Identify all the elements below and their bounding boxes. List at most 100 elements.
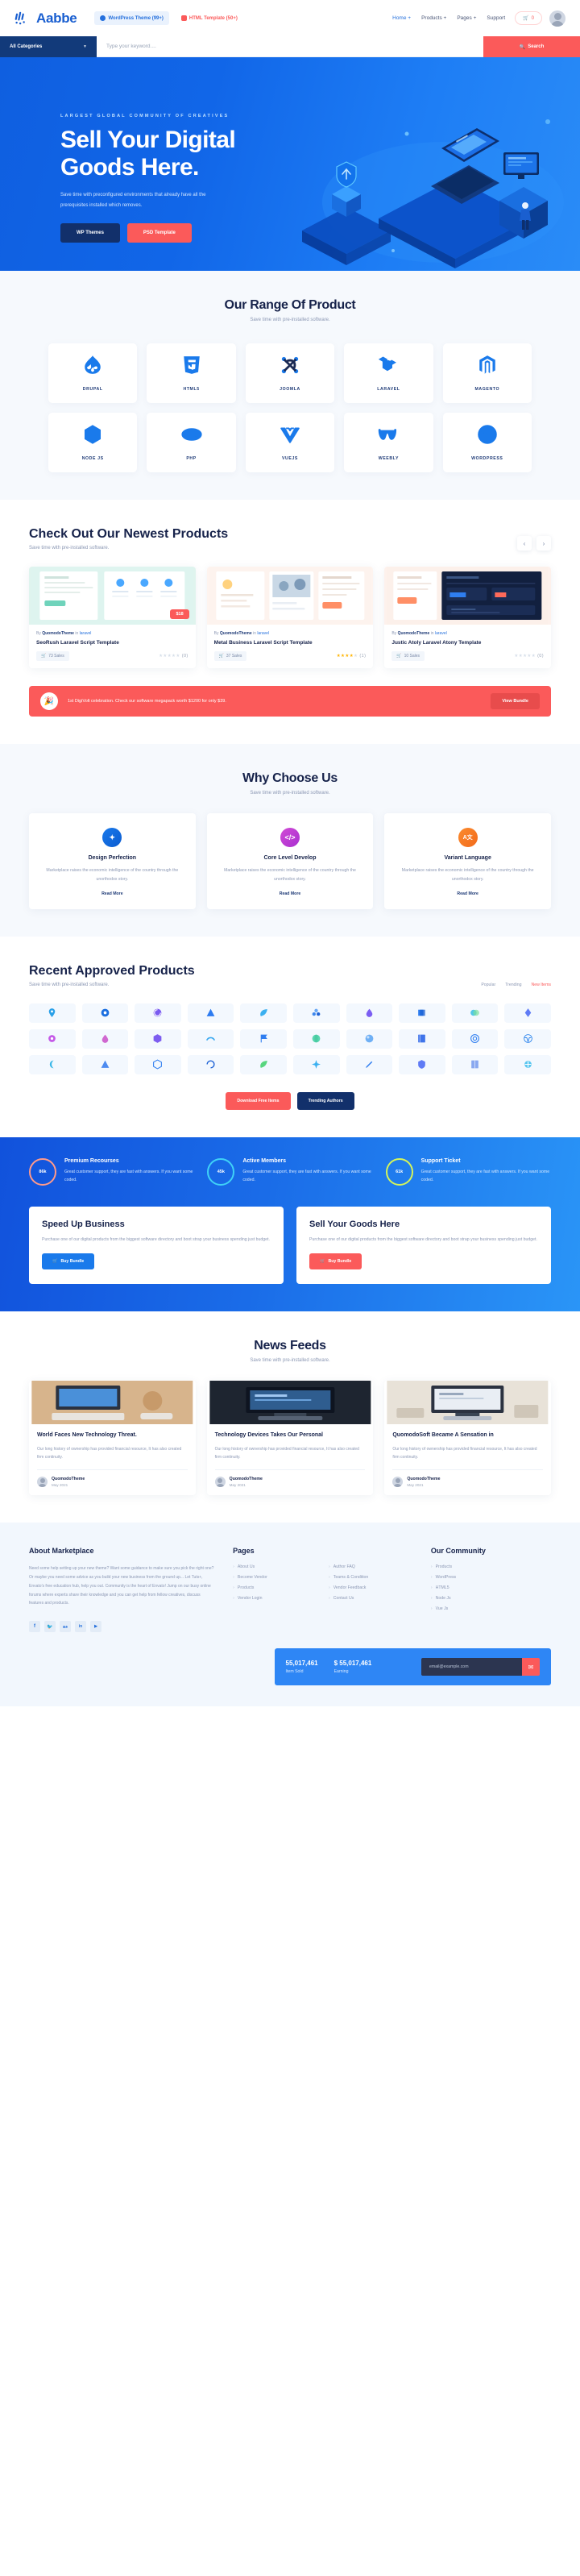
footer-link[interactable]: › Vendor Login	[233, 1596, 317, 1601]
read-more-link[interactable]: Read More	[396, 891, 540, 896]
recent-item[interactable]	[81, 1028, 129, 1049]
recent-item[interactable]	[292, 1028, 340, 1049]
product-card[interactable]: By QuomodoTheme in laravel Justic Atoly …	[384, 567, 551, 668]
footer-link[interactable]: › HTML5	[431, 1585, 551, 1590]
range-item-magento[interactable]: MAGENTO	[442, 343, 532, 403]
product-name[interactable]: Justic Atoly Laravel Atony Template	[392, 640, 544, 646]
recent-item[interactable]	[451, 1028, 499, 1049]
categories-select[interactable]: All Categories ▼	[0, 36, 97, 57]
news-author[interactable]: QuomodoTheme	[52, 1477, 85, 1481]
recent-item[interactable]	[504, 1054, 551, 1074]
tab-trending[interactable]: Trending	[505, 983, 521, 987]
range-item-php[interactable]: php PHP	[147, 413, 236, 472]
recent-item[interactable]	[135, 1003, 181, 1023]
read-more-link[interactable]: Read More	[218, 891, 362, 896]
recent-item[interactable]	[292, 1003, 340, 1023]
product-category[interactable]: laravel	[435, 631, 447, 636]
product-card[interactable]: By QuomodoTheme in laravel Metal Busines…	[206, 567, 374, 668]
recent-item[interactable]	[399, 1028, 445, 1049]
recent-item[interactable]	[346, 1003, 393, 1023]
psd-template-button[interactable]: PSD Template	[126, 223, 192, 243]
recent-item[interactable]	[240, 1003, 287, 1023]
carousel-prev-button[interactable]: ‹	[517, 536, 532, 551]
news-card[interactable]: QuomodoSoft Became A Sensation in Our lo…	[384, 1380, 551, 1496]
footer-link[interactable]: › Vue Js	[431, 1606, 551, 1611]
recent-item[interactable]	[504, 1028, 551, 1049]
view-bundle-button[interactable]: View Bundle	[491, 693, 540, 709]
footer-link[interactable]: › Products	[431, 1564, 551, 1569]
wp-themes-button[interactable]: WP Themes	[60, 223, 120, 243]
footer-link[interactable]: › Products	[233, 1585, 317, 1590]
recent-item[interactable]	[399, 1003, 445, 1023]
news-card[interactable]: World Faces New Technology Threat. Our l…	[29, 1380, 196, 1496]
news-card[interactable]: Technology Devices Takes Our Personal Ou…	[206, 1380, 374, 1496]
recent-item[interactable]	[135, 1054, 181, 1074]
product-card[interactable]: $18 By QuomodoTheme in laravel SeoRush L…	[29, 567, 196, 668]
footer-link[interactable]: › About Us	[233, 1564, 317, 1569]
recent-item[interactable]	[81, 1054, 129, 1074]
recent-item[interactable]	[240, 1054, 287, 1074]
range-item-laravel[interactable]: LARAVEL	[344, 343, 433, 403]
recent-item[interactable]	[81, 1003, 129, 1023]
recent-item[interactable]	[504, 1003, 551, 1023]
recent-item[interactable]	[187, 1054, 234, 1074]
avatar[interactable]	[549, 10, 566, 27]
range-item-vuejs[interactable]: VUEJS	[245, 413, 335, 472]
footer-link[interactable]: › Author FAQ	[329, 1564, 413, 1569]
news-author[interactable]: QuomodoTheme	[407, 1477, 440, 1481]
trending-authors-button[interactable]: Trending Authors	[296, 1091, 354, 1110]
footer-link[interactable]: › Vendor Feedback	[329, 1585, 413, 1590]
recent-item[interactable]	[135, 1028, 181, 1049]
nav-item-pages[interactable]: Pages +	[457, 15, 476, 21]
footer-link[interactable]: › Contact Us	[329, 1596, 413, 1601]
footer-link[interactable]: › Become Vendor	[233, 1575, 317, 1580]
tab-new-items[interactable]: New Items	[531, 983, 551, 987]
recent-item[interactable]	[29, 1028, 76, 1049]
recent-item[interactable]	[187, 1003, 234, 1023]
logo[interactable]: Aabbe	[14, 10, 77, 27]
product-name[interactable]: Metal Business Laravel Script Template	[214, 640, 367, 646]
range-item-html5[interactable]: HTML5	[147, 343, 236, 403]
read-more-link[interactable]: Read More	[40, 891, 184, 896]
product-category[interactable]: laravel	[80, 631, 92, 636]
recent-item[interactable]	[292, 1054, 340, 1074]
news-card-title[interactable]: QuomodoSoft Became A Sensation in	[392, 1431, 543, 1440]
recent-item[interactable]	[29, 1003, 76, 1023]
badge-html-template[interactable]: HTML Template (50+)	[175, 11, 243, 25]
recent-item[interactable]	[451, 1054, 499, 1074]
recent-item[interactable]	[451, 1003, 499, 1023]
buy-bundle-button[interactable]: 🛒 Buy Bundle	[42, 1253, 95, 1269]
product-author[interactable]: QuomodoTheme	[220, 631, 252, 636]
badge-wordpress-theme[interactable]: WordPress Theme (99+)	[94, 11, 169, 25]
nav-item-products[interactable]: Products +	[421, 15, 446, 21]
recent-item[interactable]	[399, 1054, 445, 1074]
facebook-icon[interactable]: f	[29, 1621, 40, 1633]
range-item-nodejs[interactable]: JS NODE JS	[48, 413, 138, 472]
download-free-items-button[interactable]: Download Free Items	[226, 1091, 291, 1110]
footer-link[interactable]: › WordPress	[431, 1575, 551, 1580]
newsletter-submit-button[interactable]: ✉	[522, 1658, 540, 1676]
recent-item[interactable]	[346, 1054, 393, 1074]
youtube-icon[interactable]: ▶	[90, 1621, 102, 1633]
product-author[interactable]: QuomodoTheme	[398, 631, 430, 636]
newsletter-email-input[interactable]: email@example.com	[421, 1658, 522, 1676]
footer-link[interactable]: › Teams & Condition	[329, 1575, 413, 1580]
behance-icon[interactable]: Bē	[60, 1621, 71, 1633]
search-input[interactable]: Type your keyword....	[97, 36, 483, 57]
nav-item-support[interactable]: Support	[487, 15, 505, 21]
range-item-wordpress[interactable]: WORDPRESS	[442, 413, 532, 472]
product-name[interactable]: SeoRush Laravel Script Template	[36, 640, 188, 646]
recent-item[interactable]	[240, 1028, 287, 1049]
twitter-icon[interactable]: 🐦	[44, 1621, 56, 1633]
news-author[interactable]: QuomodoTheme	[230, 1477, 263, 1481]
nav-item-home[interactable]: Home +	[392, 15, 411, 21]
recent-item[interactable]	[187, 1028, 234, 1049]
buy-bundle-button[interactable]: 🛒 Buy Bundle	[309, 1253, 362, 1269]
footer-link[interactable]: › Node Js	[431, 1596, 551, 1601]
tab-popular[interactable]: Popular	[481, 983, 495, 987]
recent-item[interactable]	[346, 1028, 393, 1049]
range-item-drupal[interactable]: DRUPAL	[48, 343, 138, 403]
carousel-next-button[interactable]: ›	[536, 536, 551, 551]
news-card-title[interactable]: Technology Devices Takes Our Personal	[215, 1431, 366, 1440]
news-card-title[interactable]: World Faces New Technology Threat.	[37, 1431, 188, 1440]
